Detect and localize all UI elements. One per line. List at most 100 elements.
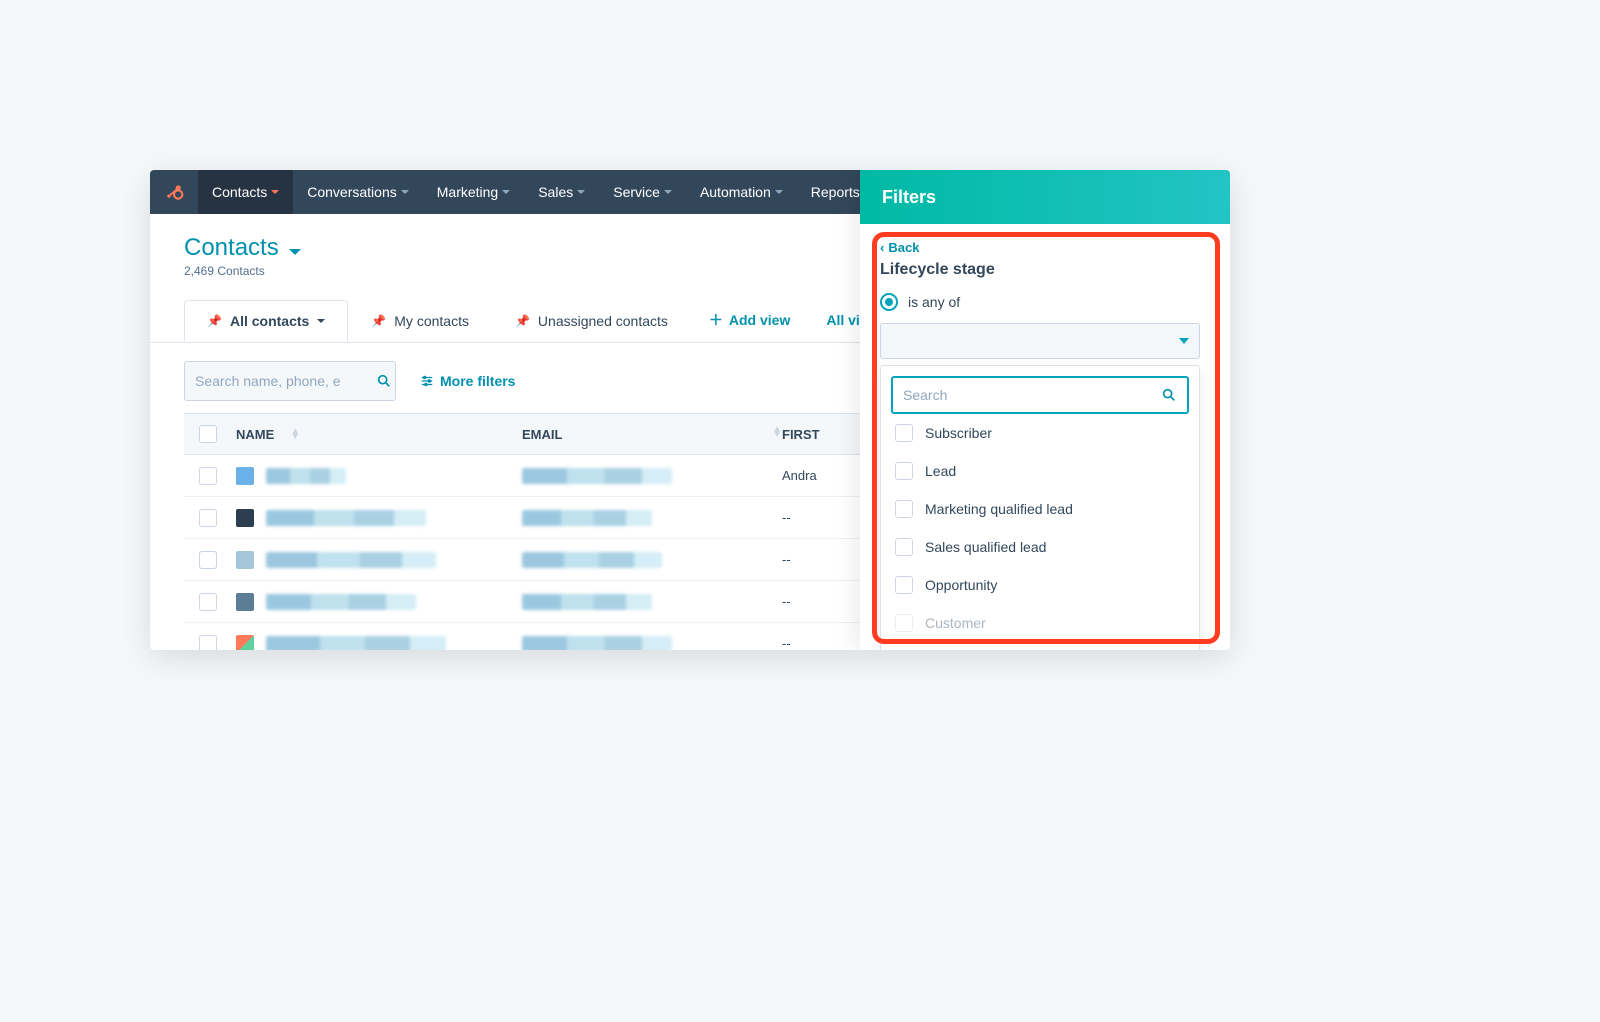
option-checkbox[interactable] bbox=[895, 500, 913, 518]
option-label: Subscriber bbox=[925, 425, 992, 441]
chevron-down-icon bbox=[775, 190, 783, 194]
radio-icon bbox=[880, 293, 898, 311]
option-label: Lead bbox=[925, 463, 956, 479]
page-title-text: Contacts bbox=[184, 234, 279, 261]
filter-value-select[interactable] bbox=[880, 323, 1200, 359]
row-checkbox[interactable] bbox=[199, 551, 217, 569]
filter-option[interactable]: Sales qualified lead bbox=[891, 528, 1189, 566]
add-view-label: Add view bbox=[729, 312, 790, 328]
search-input[interactable] bbox=[195, 373, 376, 389]
sort-icon: ▲▼ bbox=[772, 427, 782, 437]
row-checkbox[interactable] bbox=[199, 635, 217, 651]
tab-label: Unassigned contacts bbox=[538, 313, 668, 329]
chevron-down-icon bbox=[1179, 338, 1189, 344]
filter-property-name: Lifecycle stage bbox=[880, 261, 1210, 279]
filter-search-input[interactable] bbox=[903, 387, 1161, 403]
sort-icon: ▲▼ bbox=[290, 429, 300, 439]
redacted-name bbox=[266, 636, 446, 651]
filter-option[interactable]: Customer bbox=[891, 604, 1189, 642]
more-filters-label: More filters bbox=[440, 373, 515, 389]
nav-label: Contacts bbox=[212, 184, 267, 200]
avatar bbox=[236, 551, 254, 569]
filter-options-search[interactable] bbox=[891, 376, 1189, 414]
nav-label: Marketing bbox=[437, 184, 498, 200]
contacts-search[interactable] bbox=[184, 361, 396, 401]
search-icon bbox=[376, 373, 392, 389]
chevron-down-icon bbox=[271, 190, 279, 194]
filters-panel: Filters ‹ Back Lifecycle stage is any of bbox=[860, 170, 1230, 650]
redacted-name bbox=[266, 594, 416, 610]
back-label: Back bbox=[888, 240, 919, 255]
nav-label: Reports bbox=[811, 184, 860, 200]
more-filters-button[interactable]: More filters bbox=[420, 373, 515, 389]
tab-my-contacts[interactable]: 📌 My contacts bbox=[348, 300, 492, 341]
search-icon bbox=[1161, 387, 1177, 403]
chevron-down-icon bbox=[502, 190, 510, 194]
nav-item-automation[interactable]: Automation bbox=[686, 170, 797, 214]
redacted-email bbox=[522, 510, 652, 526]
redacted-email bbox=[522, 468, 672, 484]
tab-unassigned-contacts[interactable]: 📌 Unassigned contacts bbox=[492, 300, 691, 341]
option-checkbox[interactable] bbox=[895, 614, 913, 632]
option-checkbox[interactable] bbox=[895, 424, 913, 442]
tab-all-contacts[interactable]: 📌 All contacts bbox=[184, 300, 348, 342]
tab-label: My contacts bbox=[394, 313, 469, 329]
filter-option[interactable]: Subscriber bbox=[891, 414, 1189, 452]
pin-icon: 📌 bbox=[207, 314, 222, 328]
redacted-name bbox=[266, 510, 426, 526]
redacted-name bbox=[266, 552, 436, 568]
filter-option[interactable]: Lead bbox=[891, 452, 1189, 490]
col-name[interactable]: NAME ▲▼ bbox=[232, 427, 522, 442]
col-email[interactable]: EMAIL ▲▼ bbox=[522, 427, 782, 442]
row-checkbox[interactable] bbox=[199, 593, 217, 611]
condition-radio[interactable]: is any of bbox=[880, 293, 1210, 311]
option-checkbox[interactable] bbox=[895, 576, 913, 594]
filter-dropdown: Subscriber Lead Marketing qualified lead… bbox=[880, 365, 1200, 650]
chevron-down-icon bbox=[289, 249, 301, 255]
avatar bbox=[236, 467, 254, 485]
avatar bbox=[236, 593, 254, 611]
option-label: Customer bbox=[925, 615, 986, 631]
redacted-name bbox=[266, 468, 346, 484]
nav-label: Service bbox=[613, 184, 660, 200]
redacted-email bbox=[522, 594, 652, 610]
nav-item-conversations[interactable]: Conversations bbox=[293, 170, 423, 214]
row-checkbox[interactable] bbox=[199, 509, 217, 527]
nav-label: Automation bbox=[700, 184, 771, 200]
hubspot-logo-icon[interactable] bbox=[150, 170, 198, 214]
sliders-icon bbox=[420, 374, 434, 388]
chevron-down-icon bbox=[664, 190, 672, 194]
chevron-down-icon bbox=[401, 190, 409, 194]
plus-icon: ＋ bbox=[709, 310, 723, 330]
nav-item-service[interactable]: Service bbox=[599, 170, 686, 214]
select-all-checkbox[interactable] bbox=[199, 425, 217, 443]
redacted-email bbox=[522, 636, 672, 651]
back-button[interactable]: ‹ Back bbox=[880, 240, 1210, 255]
option-checkbox[interactable] bbox=[895, 462, 913, 480]
page-title[interactable]: Contacts bbox=[184, 234, 301, 262]
avatar bbox=[236, 635, 254, 651]
option-label: Marketing qualified lead bbox=[925, 501, 1073, 517]
add-view-button[interactable]: ＋ Add view bbox=[691, 298, 808, 342]
condition-label: is any of bbox=[908, 294, 960, 310]
row-checkbox[interactable] bbox=[199, 467, 217, 485]
panel-title: Filters bbox=[860, 170, 1230, 224]
chevron-left-icon: ‹ bbox=[880, 240, 884, 255]
option-label: Opportunity bbox=[925, 577, 997, 593]
nav-item-marketing[interactable]: Marketing bbox=[423, 170, 524, 214]
chevron-down-icon bbox=[317, 319, 325, 323]
tab-label: All contacts bbox=[230, 313, 309, 329]
redacted-email bbox=[522, 552, 662, 568]
nav-item-contacts[interactable]: Contacts bbox=[198, 170, 293, 214]
filter-option[interactable]: Opportunity bbox=[891, 566, 1189, 604]
chevron-down-icon bbox=[577, 190, 585, 194]
pin-icon: 📌 bbox=[515, 314, 530, 328]
pin-icon: 📌 bbox=[371, 314, 386, 328]
nav-label: Conversations bbox=[307, 184, 397, 200]
option-checkbox[interactable] bbox=[895, 538, 913, 556]
avatar bbox=[236, 509, 254, 527]
option-label: Sales qualified lead bbox=[925, 539, 1046, 555]
nav-label: Sales bbox=[538, 184, 573, 200]
nav-item-sales[interactable]: Sales bbox=[524, 170, 599, 214]
filter-option[interactable]: Marketing qualified lead bbox=[891, 490, 1189, 528]
